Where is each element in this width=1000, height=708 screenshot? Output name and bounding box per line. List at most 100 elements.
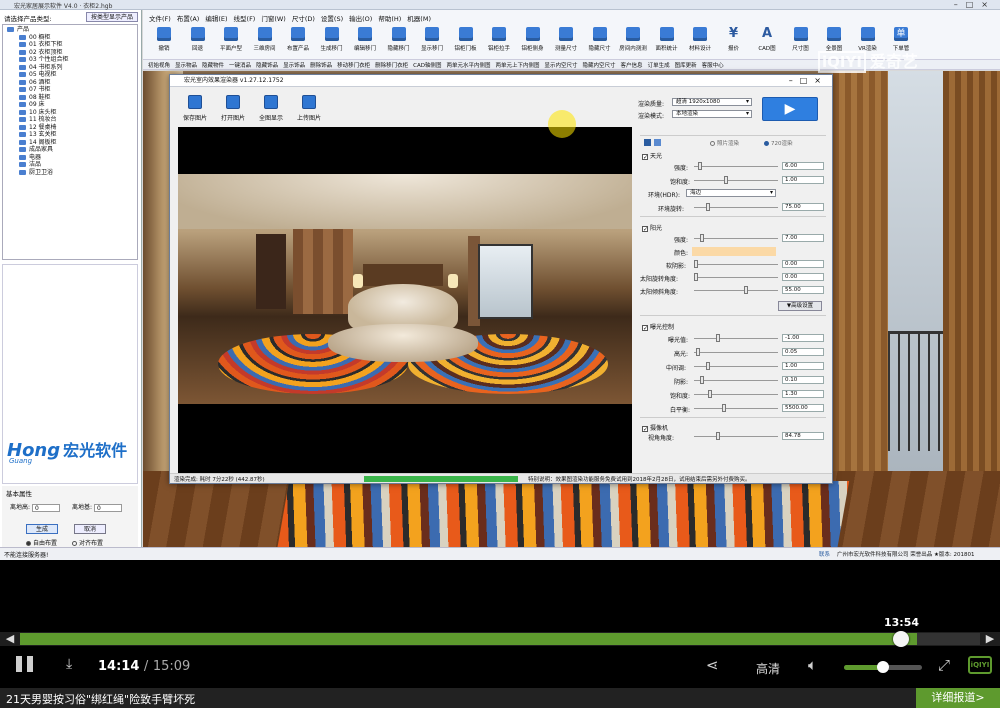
camera-checkbox[interactable]: ✓ 摄像机 [642, 423, 668, 432]
exposure-slider[interactable] [694, 334, 778, 342]
saturation-value[interactable]: 1.30 [782, 390, 824, 398]
subbar-item-0[interactable]: 初始视角 [148, 61, 170, 69]
toolbar-button-14[interactable]: 房间内测测 [616, 27, 650, 52]
toolbar-button-19[interactable]: 尺寸图 [784, 27, 818, 52]
save-icon[interactable] [644, 139, 651, 146]
toolbar-button-8[interactable]: 显示移门 [415, 27, 449, 52]
folder-open-icon[interactable] [654, 139, 661, 146]
env-rotation-slider[interactable] [694, 203, 778, 211]
toolbar-button-17[interactable]: ¥ 报价 [717, 27, 751, 53]
quality-select[interactable]: 超清 1920x1080 [672, 98, 752, 106]
tree-item[interactable]: 05 电视柜 [5, 71, 135, 79]
tree-item[interactable]: 03 个性组合柜 [5, 56, 135, 64]
toolbar-button-16[interactable]: 材料设计 [683, 27, 717, 52]
tree-item[interactable]: 09 床 [5, 101, 135, 109]
seek-forward-icon[interactable]: ▶ [980, 632, 1000, 646]
toolbar-button-10[interactable]: 铝柜拉手 [482, 27, 516, 52]
tree-item[interactable]: 13 玄关柜 [5, 131, 135, 139]
sky-saturation-slider[interactable] [694, 176, 778, 184]
sky-checkbox[interactable]: ✓ 天光 [642, 151, 662, 160]
menu-item-0[interactable]: 文件(F) [149, 13, 171, 23]
volume-slider[interactable] [844, 661, 922, 673]
toolbar-button-13[interactable]: 隐藏尺寸 [583, 27, 617, 52]
radio-photo-render[interactable]: 照片渲染 [710, 139, 739, 147]
subbar-item-1[interactable]: 显示物品 [175, 61, 197, 69]
tree-item[interactable]: 01 衣柜下柜 [5, 41, 135, 49]
toolbar-button-7[interactable]: 隐藏移门 [382, 27, 416, 52]
subbar-item-6[interactable]: 删除饰品 [310, 61, 332, 69]
subbar-item-14[interactable]: 客户信息 [621, 61, 643, 69]
dialog-button-3[interactable]: 上传图片 [292, 95, 326, 122]
tree-item[interactable]: 厨卫卫浴 [5, 169, 135, 177]
subbar-item-10[interactable]: 两单元水平内侧图 [446, 61, 490, 69]
subbar-item-12[interactable]: 显示内空尺寸 [545, 61, 578, 69]
seek-back-icon[interactable]: ◀ [0, 632, 20, 646]
sun-color-swatch[interactable] [692, 247, 776, 256]
environment-select[interactable]: 海边 [686, 189, 776, 197]
sun-tilt-slider[interactable] [694, 286, 778, 294]
tree-root[interactable]: 产品 [5, 26, 135, 34]
menu-item-9[interactable]: 机器(M) [407, 13, 431, 23]
sun-rotation-slider[interactable] [694, 273, 778, 281]
sky-saturation-value[interactable]: 1.00 [782, 176, 824, 184]
radio-wall-layout[interactable]: 对齐布置 [72, 538, 103, 547]
tree-item[interactable]: 电器 [5, 154, 135, 162]
sun-checkbox[interactable]: ✓ 阳光 [642, 223, 662, 232]
highlight-slider[interactable] [694, 348, 778, 356]
exposure-value[interactable]: -1.00 [782, 334, 824, 342]
floor-input[interactable]: 0 [94, 503, 123, 512]
height-input[interactable]: 0 [32, 503, 61, 512]
tree-item[interactable]: 08 鞋柜 [5, 94, 135, 102]
soft-shadow-slider[interactable] [694, 260, 778, 268]
env-rotation-value[interactable]: 75.00 [782, 203, 824, 211]
tree-item[interactable]: 10 床头柜 [5, 109, 135, 117]
share-icon[interactable]: ⋖ [706, 656, 719, 674]
tree-item[interactable]: 02 衣柜顶柜 [5, 49, 135, 57]
window-controls[interactable]: –□× [954, 0, 996, 9]
subbar-item-4[interactable]: 隐藏饰品 [256, 61, 278, 69]
toolbar-button-11[interactable]: 铝柜侧身 [516, 27, 550, 52]
subbar-item-3[interactable]: 一键消品 [229, 61, 251, 69]
subbar-item-7[interactable]: 移动移门衣柜 [337, 61, 370, 69]
subbar-item-15[interactable]: 订单生成 [648, 61, 670, 69]
subbar-item-8[interactable]: 删除移门衣柜 [375, 61, 408, 69]
white-balance-value[interactable]: 5500.00 [782, 404, 824, 412]
volume-icon[interactable]: 🔈︎ [808, 656, 817, 674]
menu-item-1[interactable]: 布置(A) [177, 13, 200, 23]
midtone-value[interactable]: 1.00 [782, 362, 824, 370]
menu-item-8[interactable]: 帮助(H) [378, 13, 401, 23]
start-render-button[interactable]: ▶ [762, 97, 818, 121]
sky-intensity-slider[interactable] [694, 162, 778, 170]
fov-slider[interactable] [694, 432, 778, 440]
radio-free-layout[interactable]: 自由布置 [26, 538, 57, 547]
dialog-window-controls[interactable]: –□× [789, 75, 828, 87]
highlight-value[interactable]: 0.05 [782, 348, 824, 356]
toolbar-button-18[interactable]: A CAD图 [750, 27, 784, 53]
dialog-button-0[interactable]: 保存图片 [178, 95, 212, 122]
menu-item-2[interactable]: 编辑(E) [205, 13, 227, 23]
white-balance-slider[interactable] [694, 404, 778, 412]
product-type-button[interactable]: 按类型显示产品 [86, 12, 138, 22]
mode-select[interactable]: 本地渲染 [672, 110, 752, 118]
tree-item[interactable]: 成品家具 [5, 146, 135, 154]
saturation-slider[interactable] [694, 390, 778, 398]
fullscreen-icon[interactable]: ⤢ [938, 656, 950, 674]
toolbar-button-0[interactable]: 撤销 [147, 27, 181, 52]
subbar-item-2[interactable]: 隐藏物件 [202, 61, 224, 69]
tree-item[interactable]: 洁品 [5, 161, 135, 169]
tree-item[interactable]: 00 橱柜 [5, 34, 135, 42]
subbar-item-11[interactable]: 两单元上下内侧图 [496, 61, 540, 69]
tree-item[interactable]: 12 餐桌椅 [5, 124, 135, 132]
fov-value[interactable]: 84.78 [782, 432, 824, 440]
cancel-button[interactable]: 取消 [74, 524, 106, 534]
product-tree[interactable]: 产品 00 橱柜 01 衣柜下柜 02 衣柜顶柜 03 个性组合柜 04 书柜系列 05 … [2, 24, 138, 260]
subbar-item-13[interactable]: 隐藏内空尺寸 [583, 61, 616, 69]
toolbar-button-6[interactable]: 编辑移门 [348, 27, 382, 52]
tree-item[interactable]: 14 阁板柜 [5, 139, 135, 147]
toolbar-button-4[interactable]: 布置产品 [281, 27, 315, 52]
download-icon[interactable]: ⤓ [66, 656, 72, 672]
tree-item[interactable]: 11 梳妆台 [5, 116, 135, 124]
sky-intensity-value[interactable]: 6.00 [782, 162, 824, 170]
shadow-slider[interactable] [694, 376, 778, 384]
soft-shadow-value[interactable]: 0.00 [782, 260, 824, 268]
